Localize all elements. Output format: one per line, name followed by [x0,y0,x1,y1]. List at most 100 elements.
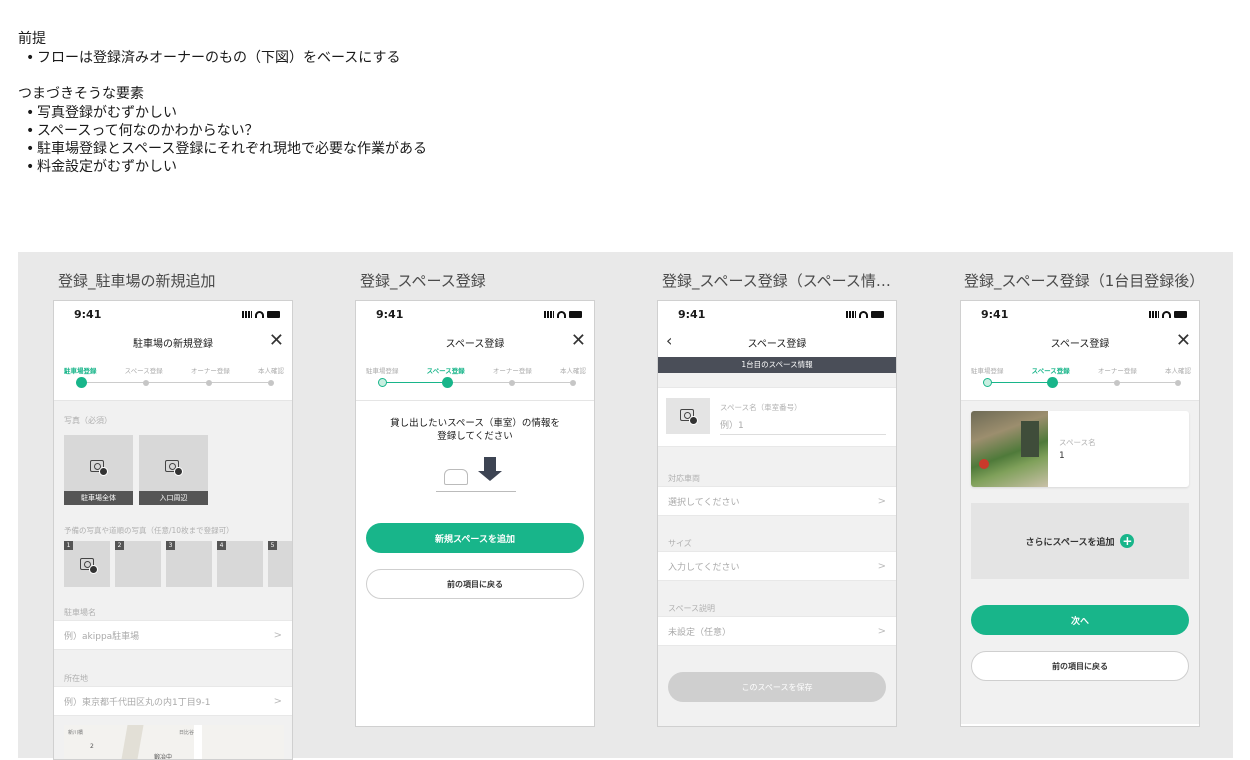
step-label-identity: 本人確認 [257,367,284,375]
map-label: 日比谷 [179,730,195,736]
status-bar: 9:41 [658,301,896,327]
step-dot [1174,380,1181,386]
step-label-parking: 駐車場登録 [64,367,97,375]
size-field[interactable]: 入力してください > [658,551,896,581]
camera-add-icon [165,460,183,476]
premise-list: フローは登録済みオーナーのもの（下図）をベースにする [26,49,427,67]
frame-title-after-first: 登録_スペース登録（1台目登録後） [964,272,1205,290]
phone-space-info: 9:41 ‹ スペース登録 1台目のスペース情報 スペース名（車室番号） 例）1… [657,300,897,727]
add-more-space-label: さらにスペースを追加 [1025,537,1115,548]
step-label-identity: 本人確認 [559,367,586,375]
step-label-owner: オーナー登録 [190,367,230,375]
photo-caption: 駐車場全体 [64,491,133,505]
add-space-button[interactable]: 新規スペースを追加 [366,523,584,553]
description-field[interactable]: 未設定（任意） > [658,616,896,646]
step-dot-current [442,377,454,388]
step-dot-done [378,378,387,387]
vehicle-field[interactable]: 選択してください > [658,486,896,516]
step-label-owner: オーナー登録 [492,367,532,375]
notes: 前提 フローは登録済みオーナーのもの（下図）をベースにする つまづきそうな要素 … [18,30,427,176]
map-label: 新川橋 [68,730,84,736]
status-bar: 9:41 [54,301,292,327]
step-dot-done [983,378,992,387]
signal-icon [242,310,252,318]
status-time: 9:41 [678,307,706,321]
frame-title-space-info: 登録_スペース登録（スペース情… [662,272,891,290]
premise-item: フローは登録済みオーナーのもの（下図）をベースにする [26,49,427,67]
battery-icon [267,310,280,318]
address-field[interactable]: 例）東京都千代田区丸の内1丁目9-1 > [54,686,292,716]
photo-required-label: 写真（必須） [64,416,112,425]
vehicle-placeholder: 選択してください [668,497,740,508]
step-dot [143,380,150,386]
phone-after-first: 9:41 スペース登録 ✕ 駐車場登録 スペース登録 オーナー登録 本人確認 ス… [960,300,1200,727]
step-label-parking: 駐車場登録 [366,367,399,375]
chevron-right-icon: > [877,495,886,507]
nav-title: スペース登録 [1050,338,1110,350]
extra-photo-slot[interactable]: 1 [64,541,110,587]
photo-slot-overall[interactable]: 駐車場全体 [64,435,133,505]
slot-number: 4 [217,541,226,550]
extra-photo-slot[interactable]: 5 [268,541,292,587]
step-dot [205,380,212,386]
arrow-down-icon [478,471,502,481]
add-more-space-button[interactable]: さらにスペースを追加 + [971,503,1189,579]
extra-photo-label: 予備の写真や道順の写真（任意/10枚まで登録可） [64,526,234,535]
chevron-right-icon: > [273,629,282,641]
signal-icon [846,310,856,318]
step-dot [1113,380,1120,386]
close-icon[interactable]: ✕ [269,332,284,350]
wifi-icon [859,310,868,318]
next-button[interactable]: 次へ [971,605,1189,635]
space-photo [971,411,1048,487]
parking-illustration [356,449,594,509]
slot-number: 5 [268,541,277,550]
step-dot-current [1047,377,1059,388]
size-placeholder: 入力してください [668,562,740,573]
nav-title: スペース登録 [747,338,807,350]
frame-title-space: 登録_スペース登録 [360,272,486,290]
wifi-icon [255,310,264,318]
phone-space-register: 9:41 スペース登録 ✕ 駐車場登録 スペース登録 オーナー登録 本人確認 貸… [355,300,595,727]
extra-photo-slot[interactable]: 3 [166,541,212,587]
stepper: 駐車場登録 スペース登録 オーナー登録 本人確認 [356,357,594,401]
step-label-owner: オーナー登録 [1097,367,1137,375]
extra-photo-slot[interactable]: 4 [217,541,263,587]
back-button[interactable]: 前の項目に戻る [366,569,584,599]
space-name-card: スペース名（車室番号） 例）1 [658,387,896,447]
space-banner: 1台目のスペース情報 [658,357,896,373]
design-board: 登録_駐車場の新規追加 9:41 駐車場の新規登録 ✕ 駐車場登録 スペース登録… [18,252,1233,760]
step-dot-current [76,377,87,388]
status-time: 9:41 [74,307,102,321]
save-space-button[interactable]: このスペースを保存 [668,672,886,702]
stepper: 駐車場登録 スペース登録 オーナー登録 本人確認 [961,357,1199,401]
back-button[interactable]: 前の項目に戻る [971,651,1189,681]
space-card-label: スペース名 [1059,438,1096,447]
space-photo-slot[interactable] [666,398,710,434]
nav-title: 駐車場の新規登録 [133,338,213,350]
close-icon[interactable]: ✕ [571,332,586,350]
pitfalls-heading: つまづきそうな要素 [18,86,144,102]
close-icon[interactable]: ✕ [1176,332,1191,350]
status-time: 9:41 [981,307,1009,321]
map-preview[interactable]: 新川橋 2 日比谷 鍛冶中 [64,725,284,760]
signal-icon [1149,310,1159,318]
camera-add-icon [90,460,108,476]
map-label: 鍛冶中 [154,754,173,760]
status-time: 9:41 [376,307,404,321]
nav-bar: スペース登録 ✕ [356,327,594,357]
chevron-right-icon: > [877,560,886,572]
space-name-input[interactable]: 例）1 [720,418,886,435]
photo-slot-entrance[interactable]: 入口周辺 [139,435,208,505]
extra-photo-slot[interactable]: 2 [115,541,161,587]
slot-number: 3 [166,541,175,550]
step-label-space: スペース登録 [1031,367,1070,375]
step-dot [267,380,274,386]
plus-circle-icon: + [1120,534,1135,548]
step-label-space: スペース登録 [124,367,163,375]
back-chevron-icon[interactable]: ‹ [666,331,672,350]
space-card[interactable]: スペース名 1 [971,411,1189,487]
parking-name-placeholder: 例）akippa駐車場 [64,631,140,642]
step-dot [508,380,515,386]
parking-name-field[interactable]: 例）akippa駐車場 > [54,620,292,650]
